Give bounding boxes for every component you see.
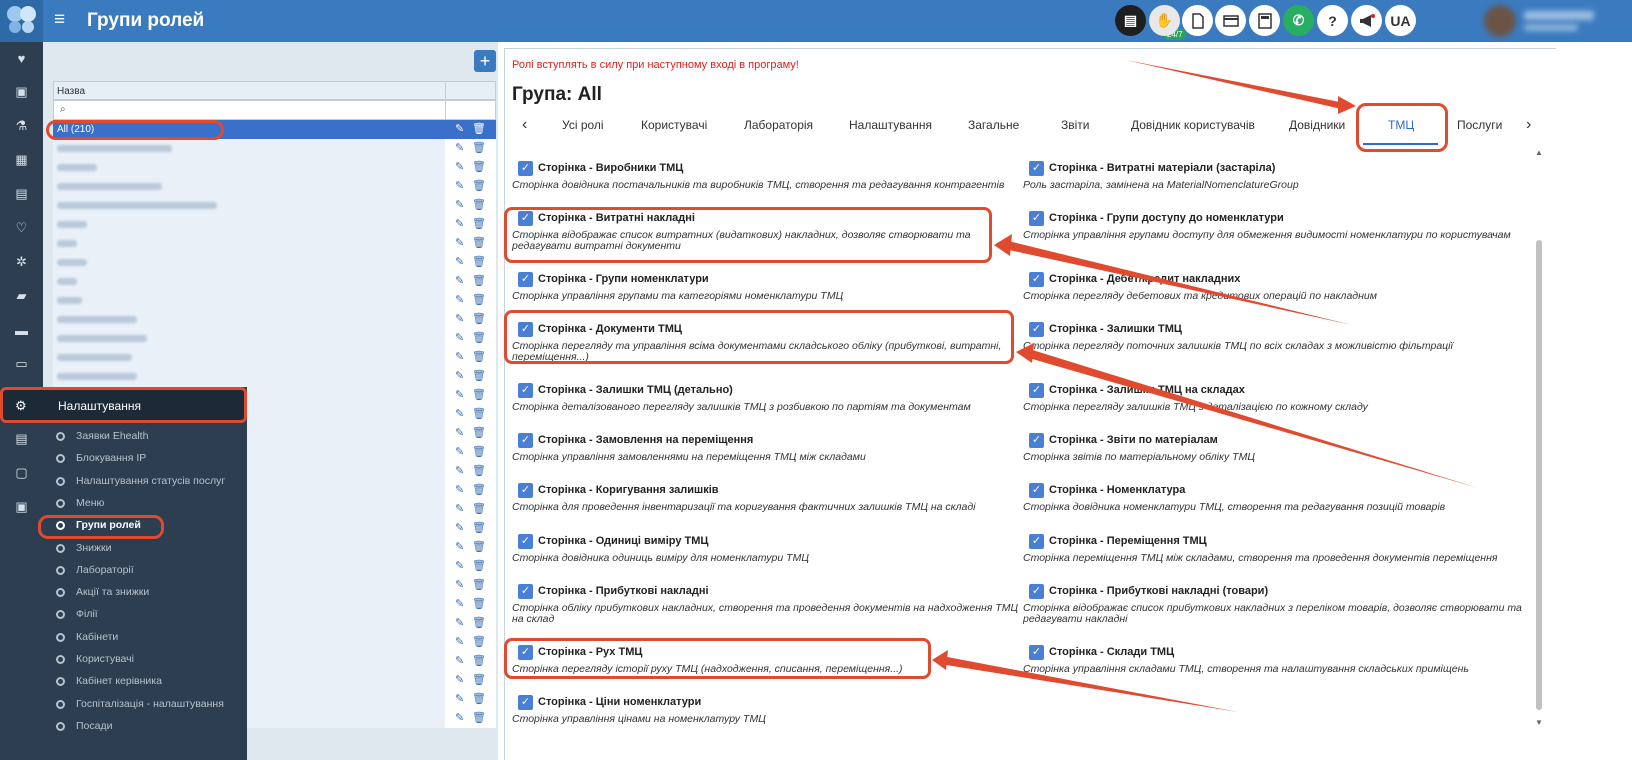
annotation-arrow [1000,240,1352,325]
annotation-arrow [940,656,1238,712]
scroll-thumb[interactable] [1536,240,1542,710]
annotation-arrows [932,60,1478,712]
annotation-arrow-head [994,234,1012,256]
annotation-arrow-head [932,650,948,670]
annotation-arrow-head [1338,96,1356,114]
annotation-arrow-head [1016,343,1034,363]
annotation-arrow [1126,60,1350,110]
scroll-down-icon[interactable]: ▼ [1535,718,1543,727]
scrollbar[interactable]: ▲ ▼ [1535,148,1543,728]
scroll-up-icon[interactable]: ▲ [1535,148,1543,157]
annotation-arrow [1022,348,1478,488]
